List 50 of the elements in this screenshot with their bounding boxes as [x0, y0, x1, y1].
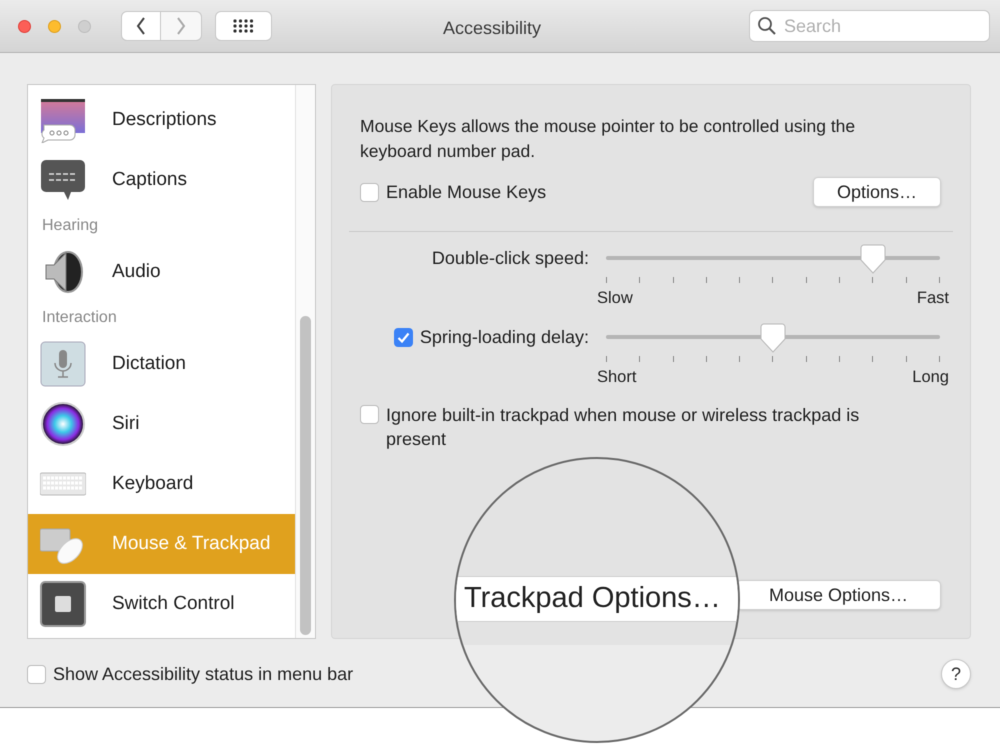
slider-label: Double-click speed:: [432, 246, 589, 270]
sidebar-item[interactable]: Keyboard: [28, 454, 295, 514]
close-button[interactable]: [18, 20, 31, 32]
sidebar-item[interactable]: Descriptions: [28, 90, 295, 150]
checkmark-icon: [396, 332, 410, 342]
trackpad-options-button[interactable]: Trackpad Options…: [456, 576, 738, 622]
checkbox-label: Show Accessibility status in menu bar: [53, 662, 354, 686]
slider-min-label: Short: [597, 367, 636, 387]
slider-max-label: Fast: [916, 288, 949, 308]
slider-thumb[interactable]: [760, 323, 786, 353]
siri-orb-icon: [40, 401, 86, 447]
sidebar-section-header: Interaction: [41, 308, 118, 328]
search-icon: [757, 16, 777, 36]
speech-bubble-screen-icon: [40, 97, 86, 143]
scrollbar-thumb[interactable]: [300, 316, 311, 635]
chevron-left-icon: [136, 17, 146, 35]
chevron-right-icon: [176, 17, 186, 35]
checkbox-label: Ignore built-in trackpad when mouse or wireless trackpad is present: [386, 404, 860, 451]
checkbox-label: Enable Mouse Keys: [386, 180, 546, 204]
window-title: Accessibility: [443, 17, 542, 40]
sidebar-item[interactable]: Siri: [28, 394, 295, 454]
checkbox[interactable]: [27, 664, 46, 684]
minimize-button[interactable]: [48, 20, 61, 32]
slider-label: Spring-loading delay:: [420, 326, 589, 349]
enable-mouse-keys-checkbox[interactable]: Enable Mouse Keys: [360, 178, 546, 206]
slider-min-label: Slow: [597, 288, 633, 308]
checkbox[interactable]: [360, 182, 379, 202]
microphone-icon: [40, 341, 86, 387]
checkbox[interactable]: [394, 328, 413, 346]
sidebar-item[interactable]: Switch Control: [28, 574, 295, 634]
slider-max-label: Long: [912, 367, 949, 387]
show-all-button[interactable]: [215, 11, 272, 41]
checkbox[interactable]: [360, 405, 379, 424]
options-button[interactable]: Options…: [813, 177, 941, 207]
sidebar-section-header: Hearing: [41, 216, 100, 236]
switch-control-icon: [40, 581, 86, 627]
grid-icon: [232, 19, 254, 33]
status-in-menu-bar-checkbox[interactable]: Show Accessibility status in menu bar: [27, 660, 354, 688]
mouse-options-button[interactable]: Mouse Options…: [736, 580, 941, 610]
description-text: Mouse Keys allows the mouse pointer to be controlled using the keyboard number pad.: [360, 115, 856, 163]
slider-thumb[interactable]: [860, 244, 886, 274]
sidebar-item[interactable]: Captions: [28, 150, 295, 210]
search-field[interactable]: Search: [749, 10, 990, 42]
scrollbar[interactable]: [295, 85, 315, 638]
sidebar-item[interactable]: Dictation: [28, 334, 295, 394]
back-button[interactable]: [121, 11, 161, 41]
sidebar-item[interactable]: Audio: [28, 242, 295, 302]
zoom-button[interactable]: [78, 20, 91, 32]
ignore-trackpad-checkbox[interactable]: Ignore built-in trackpad when mouse or wireless trackpad is present: [360, 403, 970, 451]
help-button[interactable]: ?: [941, 659, 971, 689]
